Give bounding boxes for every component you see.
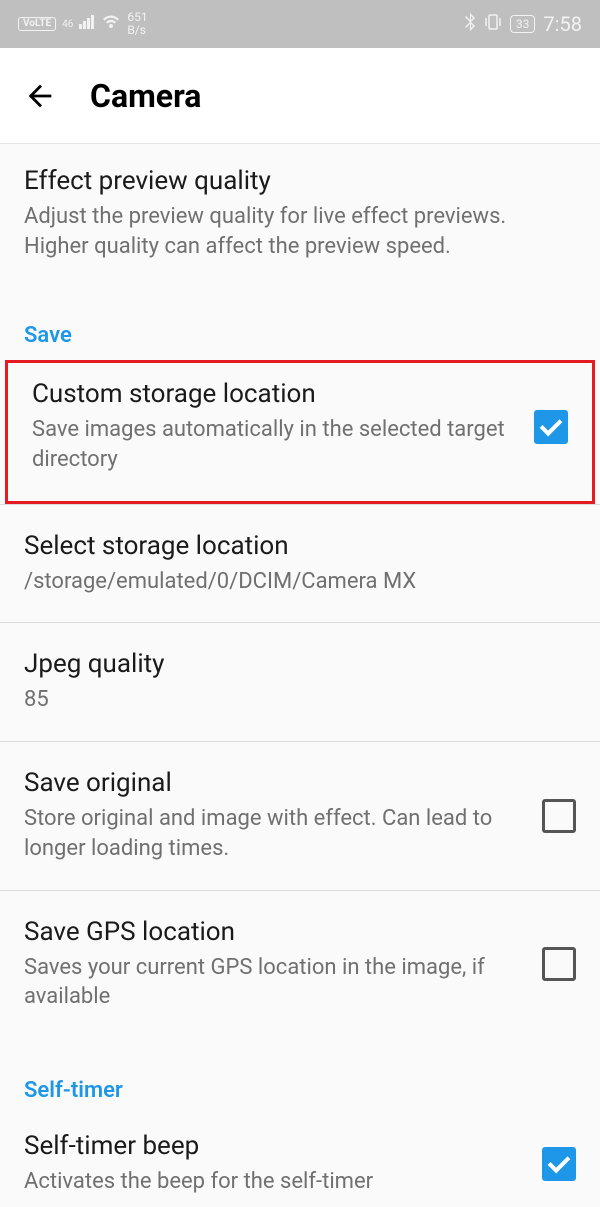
setting-desc: Store original and image with effect. Ca… [24, 804, 526, 863]
back-button[interactable] [18, 74, 62, 118]
section-header-self-timer: Self-timer [0, 1038, 600, 1121]
status-right: 33 7:58 [464, 12, 582, 36]
setting-custom-storage-location[interactable]: Custom storage location Save images auto… [8, 363, 592, 500]
status-bar: VoLTE 46 651 B/s 33 7:58 [0, 0, 600, 48]
setting-title: Self-timer beep [24, 1131, 526, 1161]
setting-desc: Saves your current GPS location in the i… [24, 953, 526, 1012]
network-speed: 651 B/s [127, 11, 147, 37]
setting-desc: Save images automatically in the selecte… [32, 415, 518, 474]
setting-title: Jpeg quality [24, 649, 576, 679]
self-timer-beep-checkbox[interactable] [542, 1147, 576, 1181]
signal-icon [79, 14, 95, 34]
bluetooth-icon [464, 13, 476, 36]
setting-title: Save original [24, 768, 526, 798]
setting-effect-preview-quality[interactable]: Effect preview quality Adjust the previe… [0, 144, 600, 275]
setting-jpeg-quality[interactable]: Jpeg quality 85 [0, 623, 600, 741]
network-indicator: 46 [62, 19, 73, 30]
wifi-icon [101, 14, 121, 35]
section-header-save: Save [0, 275, 600, 360]
volte-badge: VoLTE [18, 17, 56, 31]
status-left: VoLTE 46 651 B/s [18, 11, 148, 37]
setting-title: Effect preview quality [24, 166, 576, 196]
setting-value: 85 [24, 685, 576, 715]
highlight-annotation: Custom storage location Save images auto… [5, 360, 595, 503]
setting-desc: Activates the beep for the self-timer [24, 1167, 526, 1197]
save-original-checkbox[interactable] [542, 799, 576, 833]
custom-storage-checkbox[interactable] [534, 410, 568, 444]
status-time: 7:58 [543, 12, 582, 36]
setting-save-original[interactable]: Save original Store original and image w… [0, 742, 600, 889]
setting-desc: Adjust the preview quality for live effe… [24, 202, 576, 261]
setting-desc: /storage/emulated/0/DCIM/Camera MX [24, 567, 576, 597]
setting-title: Save GPS location [24, 917, 526, 947]
battery-indicator: 33 [510, 15, 536, 33]
save-gps-checkbox[interactable] [542, 947, 576, 981]
app-header: Camera [0, 48, 600, 144]
setting-title: Custom storage location [32, 379, 518, 409]
setting-title: Select storage location [24, 531, 576, 561]
back-arrow-icon [23, 79, 57, 113]
setting-save-gps-location[interactable]: Save GPS location Saves your current GPS… [0, 891, 600, 1038]
setting-self-timer-beep[interactable]: Self-timer beep Activates the beep for t… [0, 1121, 600, 1207]
page-title: Camera [90, 77, 201, 115]
vibrate-icon [484, 13, 502, 36]
setting-select-storage-location[interactable]: Select storage location /storage/emulate… [0, 505, 600, 623]
